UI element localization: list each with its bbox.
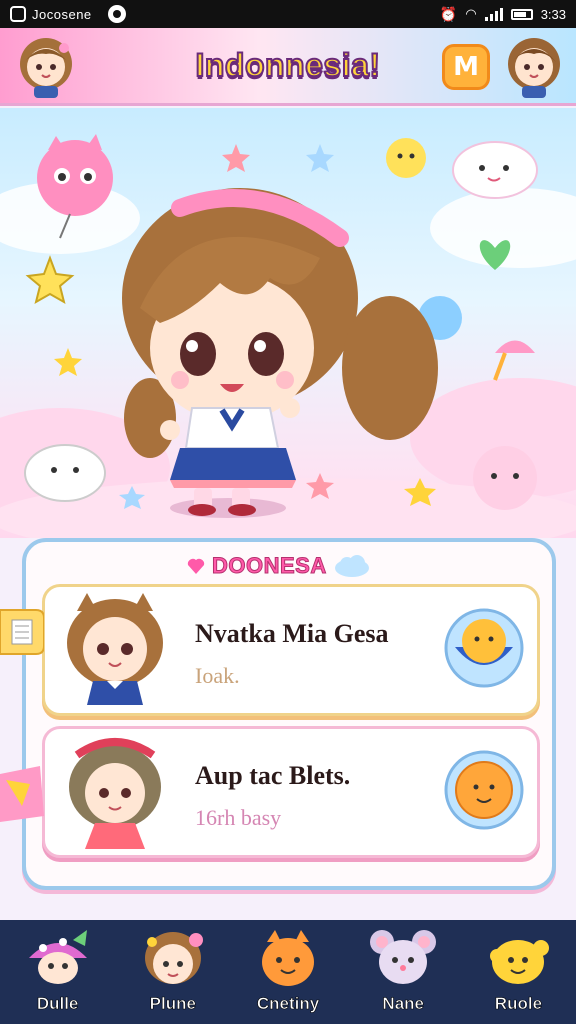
- hero-illustration: [0, 134, 576, 538]
- panel-title-text: DOONESA: [212, 553, 327, 579]
- food-bowl-icon[interactable]: [443, 607, 525, 689]
- card-avatar: [69, 738, 161, 849]
- orange-ball-icon[interactable]: [443, 749, 525, 831]
- mushroom-icon: [28, 930, 87, 984]
- nav-label: Dulle: [36, 994, 79, 1014]
- nav-label: Plune: [149, 994, 196, 1014]
- yellow-blob-icon: [490, 940, 550, 984]
- cloud-icon: [334, 555, 369, 577]
- status-brand: Jocosene: [32, 6, 92, 22]
- status-bar: Jocosene ⏰ ◠ 3:33: [0, 0, 576, 28]
- girl-face-icon: [144, 932, 203, 984]
- bottom-nav: Dulle Plune Cnetiny Nane Ruole: [0, 920, 576, 1024]
- card-name: Nvatka Mia Gesa: [195, 619, 389, 648]
- nav-label: Ruole: [494, 994, 543, 1014]
- right-avatar[interactable]: [502, 34, 566, 100]
- nav-item-dulle[interactable]: Dulle: [0, 920, 115, 1024]
- page-title: Indonnesia!: [194, 46, 381, 84]
- character-card[interactable]: Nvatka Mia Gesa Ioak.: [42, 584, 540, 716]
- orange-creature-icon: [262, 930, 314, 986]
- notification-icon: [107, 5, 126, 23]
- nav-label: Nane: [382, 994, 424, 1014]
- card-subtitle: Ioak.: [195, 663, 240, 688]
- nav-item-plune[interactable]: Plune: [115, 920, 230, 1024]
- signal-icon: [484, 7, 503, 21]
- alarm-icon: ⏰: [439, 5, 458, 22]
- card-name: Aup tac Blets.: [195, 761, 351, 790]
- panel-title: DOONESA: [186, 550, 406, 582]
- smiling-cloud-icon: [452, 141, 538, 199]
- hero-scene: [0, 108, 576, 538]
- nav-item-ruole[interactable]: Ruole: [461, 920, 576, 1024]
- note-tab-icon[interactable]: [0, 604, 44, 660]
- card-subtitle: 16rh basy: [195, 805, 282, 830]
- menu-button[interactable]: M: [442, 44, 490, 90]
- app-icon: [10, 6, 26, 22]
- status-time: 3:33: [540, 6, 566, 22]
- card-avatar: [67, 593, 163, 705]
- heart-icon: [187, 558, 205, 574]
- nav-item-cnetiny[interactable]: Cnetiny: [230, 920, 345, 1024]
- candy-tab-icon[interactable]: [0, 766, 44, 822]
- character-card[interactable]: Aup tac Blets. 16rh basy: [42, 726, 540, 858]
- app-header: Indonnesia! M: [0, 28, 576, 106]
- nav-item-nane[interactable]: Nane: [346, 920, 461, 1024]
- characters-panel: DOONESA Nvatka Mia Gesa Ioak. Aup tac Bl…: [22, 538, 556, 890]
- battery-icon: [510, 8, 533, 20]
- left-avatar[interactable]: [14, 34, 78, 100]
- wifi-icon: ◠: [465, 6, 477, 21]
- mouse-icon: [370, 930, 437, 984]
- nav-label: Cnetiny: [256, 994, 320, 1014]
